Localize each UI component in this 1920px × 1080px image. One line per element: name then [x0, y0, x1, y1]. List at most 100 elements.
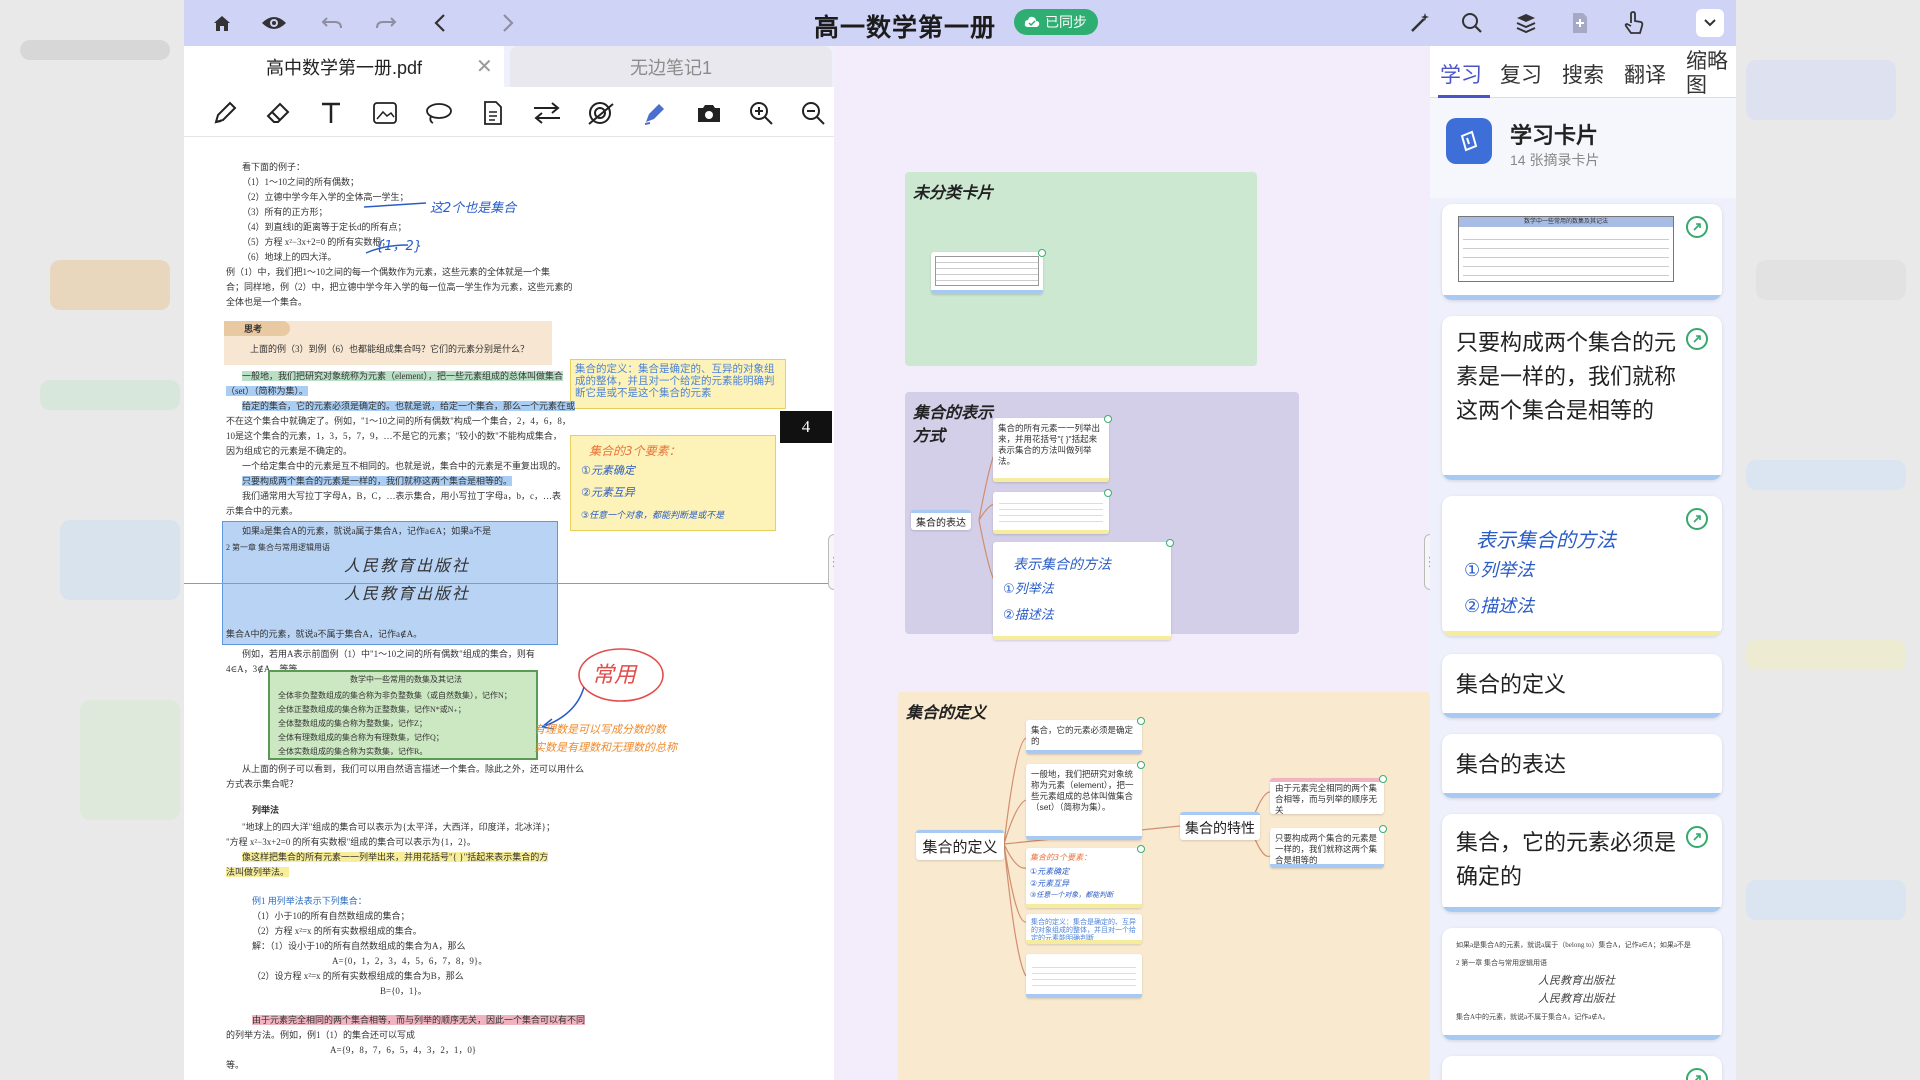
forward-arrow-icon[interactable] — [494, 9, 522, 37]
highlight-blue[interactable]: 只要构成两个集合的元素是一样的，我们就称这两个集合是相等的。 — [242, 476, 513, 486]
mini-card[interactable]: 集合的定义：集合是确定的、互异的对象组成的整体，并且对一个给定的元素能明确判断 — [1026, 914, 1142, 944]
highlight-red[interactable]: 由于元素完全相同的两个集合相等，而与列举的顺序无关，因此一个集合可以有不同 — [252, 1015, 586, 1025]
pdf-text: （2）方程 x²=x 的所有实数根组成的集合。 — [252, 926, 422, 936]
zoom-in-icon[interactable] — [744, 97, 778, 129]
card-link-dot[interactable] — [1137, 845, 1145, 853]
table-row: 全体非负整数组成的集合称为非负整数集（或自然数集），记作N； — [278, 691, 512, 700]
home-icon[interactable] — [208, 9, 236, 37]
card-link-dot[interactable] — [1104, 489, 1112, 497]
magic-wand-icon[interactable] — [1406, 9, 1434, 37]
mini-card[interactable]: 一般地，我们把研究对象统称为元素（element），把一些元素组成的总体叫做集合… — [1026, 761, 1145, 840]
search-icon[interactable] — [1458, 9, 1486, 37]
tab-review[interactable]: 复习 — [1500, 59, 1542, 89]
mini-card[interactable] — [993, 489, 1112, 534]
tab-translate[interactable]: 翻译 — [1624, 59, 1666, 89]
hand-pointer-icon[interactable] — [1620, 9, 1648, 37]
close-icon[interactable]: ✕ — [476, 46, 493, 87]
mindmap-node-definition[interactable]: 集合的定义 — [916, 830, 1004, 860]
handwriting: ③任意一个对象，都能判断是或不是 — [581, 511, 725, 521]
layers-icon[interactable] — [1512, 9, 1540, 37]
card-group-definition[interactable]: 集合的定义 集合的定义 集合的特性 集合，它的元素必须是确定的 一般地，我们把研… — [898, 692, 1430, 1080]
eraser-icon[interactable] — [262, 97, 296, 129]
swap-icon[interactable] — [530, 97, 564, 129]
highlight-yellow[interactable]: 像这样把集合的所有元素一一列举出来，并用花括号"{ }"括起来表示集合的方 — [242, 852, 549, 862]
highlighter-icon[interactable] — [638, 97, 672, 129]
highlight-yellow[interactable]: 法叫做列举法。 — [226, 867, 290, 877]
group-title: 集合的表示方式 — [913, 402, 993, 448]
tab-study[interactable]: 学习 — [1440, 59, 1482, 89]
undo-icon[interactable] — [318, 9, 346, 37]
mini-card[interactable]: 集合，它的元素必须是确定的 — [1026, 717, 1145, 754]
study-card[interactable]: 表示集合的方法 ①列举法 ②描述法 — [1442, 496, 1722, 636]
link-badge-icon[interactable] — [1686, 328, 1708, 350]
back-arrow-icon[interactable] — [426, 9, 454, 37]
card-text: 集合，它的元素必须是确定的 — [1031, 725, 1134, 746]
card-link-dot[interactable] — [1166, 539, 1174, 547]
mini-card[interactable] — [1026, 954, 1142, 998]
tab-thumbnails[interactable]: 缩略图 — [1686, 50, 1730, 96]
mini-card[interactable]: 表示集合的方法 ①列举法 ②描述法 — [993, 539, 1174, 640]
note-box[interactable]: 集合的定义：集合是确定的、互异的对象组成的整体，并且对一个给定的元素能明确判断它… — [570, 359, 786, 409]
document-icon[interactable] — [476, 97, 510, 129]
study-card[interactable]: 只要构成两个集合的元素是一样的，我们就称这两个集合是相等的 — [1442, 316, 1722, 480]
handwriting: 表示集合的方法 — [1476, 528, 1616, 552]
sync-status-badge[interactable]: 已同步 — [1014, 9, 1098, 35]
study-card[interactable]: 集合的定义 — [1442, 654, 1722, 718]
eye-icon[interactable] — [260, 9, 288, 37]
mini-card[interactable]: 由于元素完全相同的两个集合相等，而与列举的顺序无关 — [1270, 775, 1387, 815]
tab-search[interactable]: 搜索 — [1562, 59, 1604, 89]
study-card[interactable] — [1442, 1056, 1722, 1080]
table-row: 全体有理数组成的集合称为有理数集，记作Q； — [278, 733, 444, 742]
handwritten-note-box[interactable]: 集合的3个要素： ①元素确定 ②元素互异 ③任意一个对象，都能判断是或不是 — [570, 435, 776, 531]
pdf-text: 方式表示集合呢？ — [226, 779, 299, 789]
pen-icon[interactable] — [208, 97, 242, 129]
card-link-dot[interactable] — [1379, 775, 1387, 783]
image-icon[interactable] — [368, 97, 402, 129]
publisher-mark: 人民教育出版社 — [344, 586, 471, 603]
highlight-blue[interactable]: （set）（简称为集）。 — [226, 386, 308, 396]
card-bar — [931, 290, 1043, 294]
pdf-page[interactable]: 看下面的例子： （1）1～10之间的所有偶数； （2）立德中学今年入学的全体高一… — [184, 137, 834, 1080]
link-badge-icon[interactable] — [1686, 508, 1708, 530]
number-sets-table[interactable]: 数学中一些常用的数集及其记法 全体非负整数组成的集合称为非负整数集（或自然数集）… — [268, 670, 538, 760]
mini-card[interactable]: 集合的3个要素： ①元素确定 ②元素互异 ③任意一个对象，都能判断 — [1026, 845, 1145, 908]
stamp-icon[interactable] — [584, 97, 618, 129]
mini-card[interactable] — [931, 249, 1046, 294]
publisher-mark: 人民教育出版社 — [1538, 975, 1615, 987]
link-badge-icon[interactable] — [1686, 216, 1708, 238]
study-card[interactable]: 数学中一些常用的数集及其记法 — [1442, 204, 1722, 300]
document-tabs: 高中数学第一册.pdf ✕ 无边笔记1 — [184, 46, 834, 87]
highlight-blue[interactable]: 给定的集合，它的元素必须是确定的。也就是说，给定一个集合，那么一个元素在或 — [242, 401, 576, 411]
text-icon[interactable] — [314, 97, 348, 129]
card-link-dot[interactable] — [1379, 825, 1387, 833]
link-badge-icon[interactable] — [1686, 1068, 1708, 1080]
pdf-text: 例（1）中，我们把1～10之间的每一个偶数作为元素，这些元素的全体就是一个集 — [226, 267, 551, 277]
lasso-icon[interactable] — [422, 97, 456, 129]
mini-card[interactable]: 集合的所有元素一一列举出来，并用花括号"{ }"括起来表示集合的方法叫做列举法。 — [993, 415, 1112, 482]
study-card[interactable]: 如果a是集合A的元素，就说a属于（belong to）集合A，记作a∈A；如果a… — [1442, 928, 1722, 1040]
card-group-uncategorized[interactable]: 未分类卡片 — [905, 172, 1257, 366]
mindmap-node-properties[interactable]: 集合的特性 — [1180, 812, 1260, 840]
mini-text-preview — [1032, 962, 1136, 988]
camera-icon[interactable] — [692, 97, 726, 129]
study-card[interactable]: 集合，它的元素必须是确定的 — [1442, 814, 1722, 912]
link-badge-icon[interactable] — [1686, 826, 1708, 848]
card-link-dot[interactable] — [1038, 249, 1046, 257]
mini-card[interactable]: 只要构成两个集合的元素是一样的，我们就称这两个集合是相等的 — [1270, 825, 1387, 868]
highlight-green[interactable]: 一般地，我们把研究对象统称为元素（element），把一些元素组成的总体叫做集合 — [242, 371, 563, 381]
add-page-icon[interactable] — [1566, 9, 1594, 37]
mindmap-canvas[interactable]: 未分类卡片 集合的表示方式 集合的表达 集合的所有元素一一列举出来，并用花括号"… — [834, 46, 1430, 1080]
zoom-out-icon[interactable] — [796, 97, 830, 129]
redo-icon[interactable] — [372, 9, 400, 37]
tab-pdf[interactable]: 高中数学第一册.pdf — [184, 46, 504, 87]
card-link-dot[interactable] — [1104, 415, 1112, 423]
pdf-text: 因为组成它的元素是不确定的。 — [226, 446, 353, 456]
card-link-dot[interactable] — [1137, 717, 1145, 725]
card-link-dot[interactable] — [1137, 761, 1145, 769]
mindmap-node-express[interactable]: 集合的表达 — [911, 510, 971, 530]
card-group-representation[interactable]: 集合的表示方式 集合的表达 集合的所有元素一一列举出来，并用花括号"{ }"括起… — [905, 392, 1299, 640]
tab-note[interactable]: 无边笔记1 — [510, 46, 832, 87]
card-count: 14 张摘录卡片 — [1510, 152, 1600, 168]
chevron-down-icon[interactable] — [1696, 9, 1724, 37]
study-card[interactable]: 集合的表达 — [1442, 734, 1722, 798]
